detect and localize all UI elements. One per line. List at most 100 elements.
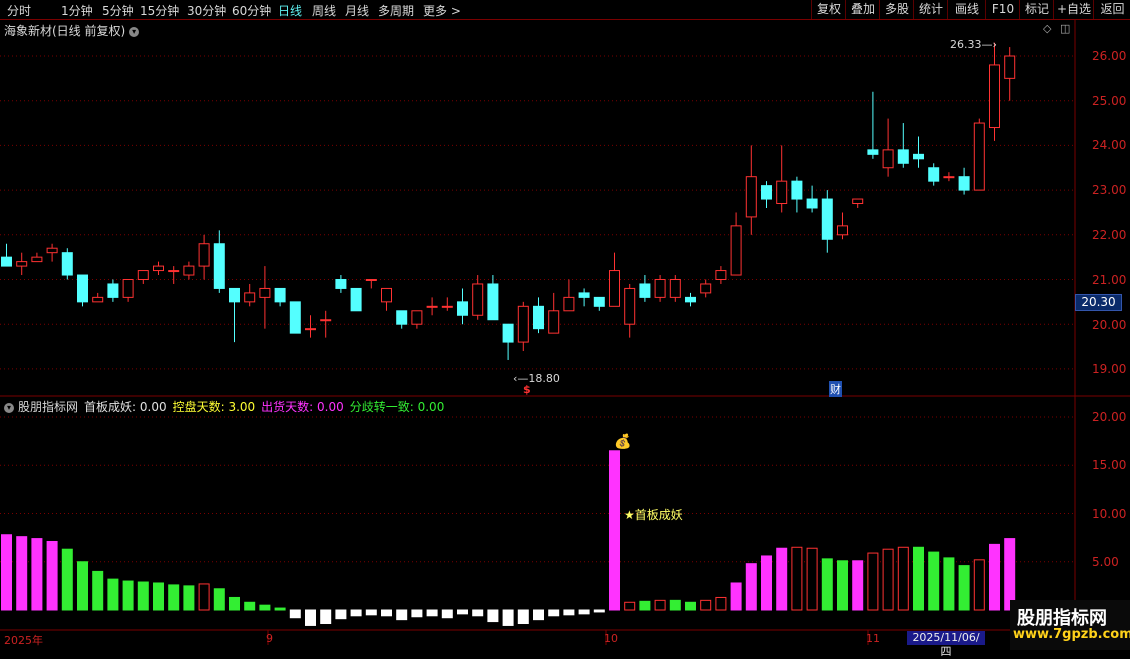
candle-body [61, 252, 73, 276]
cursor-date-box: 2025/11/06/四 [907, 631, 985, 658]
date-label-month: 10 [604, 632, 618, 645]
candle-body [837, 225, 848, 236]
candle-body [92, 296, 104, 303]
price-axis-label: 21.00 [1092, 273, 1127, 287]
candle-body [198, 243, 210, 267]
candle-body [715, 270, 727, 280]
candle-body [1004, 55, 1016, 79]
candle-body [183, 265, 195, 276]
candle-body [137, 270, 149, 280]
candle-body [761, 185, 772, 200]
candle-body [639, 283, 651, 298]
indicator-bar [259, 604, 271, 611]
s-marker[interactable]: $ [523, 383, 531, 396]
indicator-bar [943, 557, 955, 611]
indicator-bar [137, 581, 149, 611]
indicator-bar [16, 536, 28, 611]
candle-body [1, 256, 12, 267]
candle-group [1, 42, 1016, 360]
indicator-bar [229, 596, 240, 611]
indicator-bar [274, 607, 286, 611]
candle-body [274, 287, 286, 303]
indicator-bar [487, 609, 499, 623]
candle-body [335, 279, 347, 289]
candle-body [852, 198, 864, 205]
price-axis-label: 24.00 [1092, 138, 1127, 152]
candle-body [213, 243, 225, 289]
indicator-bar [958, 565, 970, 611]
indicator-bar [122, 580, 134, 611]
indicator-bar [669, 599, 681, 611]
indicator-bar [654, 599, 666, 611]
indicator-bar [715, 596, 727, 611]
indicator-bar [563, 609, 575, 616]
candle-body [989, 64, 1000, 129]
candle-body [654, 279, 666, 298]
indicator-bar [168, 584, 180, 611]
price-axis-label: 23.00 [1092, 183, 1127, 197]
money-bag-icon: 💰 [614, 434, 632, 450]
indicator-bar [761, 555, 772, 611]
indicator-bar [578, 609, 590, 615]
candle-body [31, 256, 43, 263]
indicator-bar [821, 558, 833, 611]
date-label-year: 2025年 [4, 634, 43, 647]
candle-body [77, 274, 88, 303]
candle-body [548, 310, 560, 334]
candle-body [244, 292, 256, 303]
candle-body [609, 270, 620, 307]
candle-body [229, 287, 240, 303]
candle-body [730, 225, 742, 276]
indicator-bar [517, 609, 529, 625]
candle-body [441, 305, 453, 308]
indicator-bar [92, 570, 104, 611]
indicator-bar [989, 543, 1000, 611]
candle-body [685, 296, 696, 303]
indicator-bar [46, 540, 58, 611]
candle-body [533, 305, 544, 330]
indicator-bar [350, 609, 362, 617]
indicator-bar [396, 609, 408, 621]
candle-body [396, 310, 408, 325]
candlestick-chart[interactable] [0, 0, 1130, 650]
indicator-bar [244, 601, 256, 611]
indicator-bar [472, 609, 484, 617]
high-price-value: 26.33 [950, 38, 982, 51]
candle-body [563, 296, 575, 312]
candle-body [289, 301, 301, 334]
candle-body [943, 176, 955, 179]
candle-body [107, 283, 119, 298]
candle-body [776, 180, 788, 205]
candle-body [305, 328, 316, 331]
indicator-bar [381, 609, 392, 617]
indicator-bar [882, 548, 894, 611]
price-axis-label: 26.00 [1092, 49, 1127, 63]
price-axis-label: 20.00 [1092, 318, 1127, 332]
indicator-bar [305, 609, 316, 626]
indicator-bar [365, 609, 377, 616]
chart-grid [0, 20, 1130, 645]
indicator-bar [426, 609, 438, 617]
finance-marker[interactable]: 财 [829, 381, 842, 397]
indicator-bar [320, 609, 332, 625]
indicator-bar [31, 538, 43, 611]
indicator-bar [806, 547, 818, 611]
indicator-bar [411, 609, 423, 618]
indicator-value-chuhuo: 出货天数: 0.00 [261, 400, 344, 414]
candle-body [153, 265, 164, 272]
indicator-bar [213, 588, 225, 611]
candle-body [624, 287, 636, 325]
indicator-bar [685, 601, 696, 611]
candle-body [517, 305, 529, 343]
date-label-month: 11 [866, 632, 880, 645]
date-label-month: 9 [266, 632, 273, 645]
indicator-bar [897, 546, 909, 611]
indicator-bar [153, 582, 164, 611]
chevron-down-icon[interactable]: ▾ [4, 402, 14, 413]
candle-body [350, 287, 362, 312]
indicator-bar [639, 600, 651, 611]
candle-body [882, 149, 894, 169]
candle-body [168, 270, 180, 273]
indicator-bar [837, 560, 848, 611]
candle-body [913, 153, 924, 160]
